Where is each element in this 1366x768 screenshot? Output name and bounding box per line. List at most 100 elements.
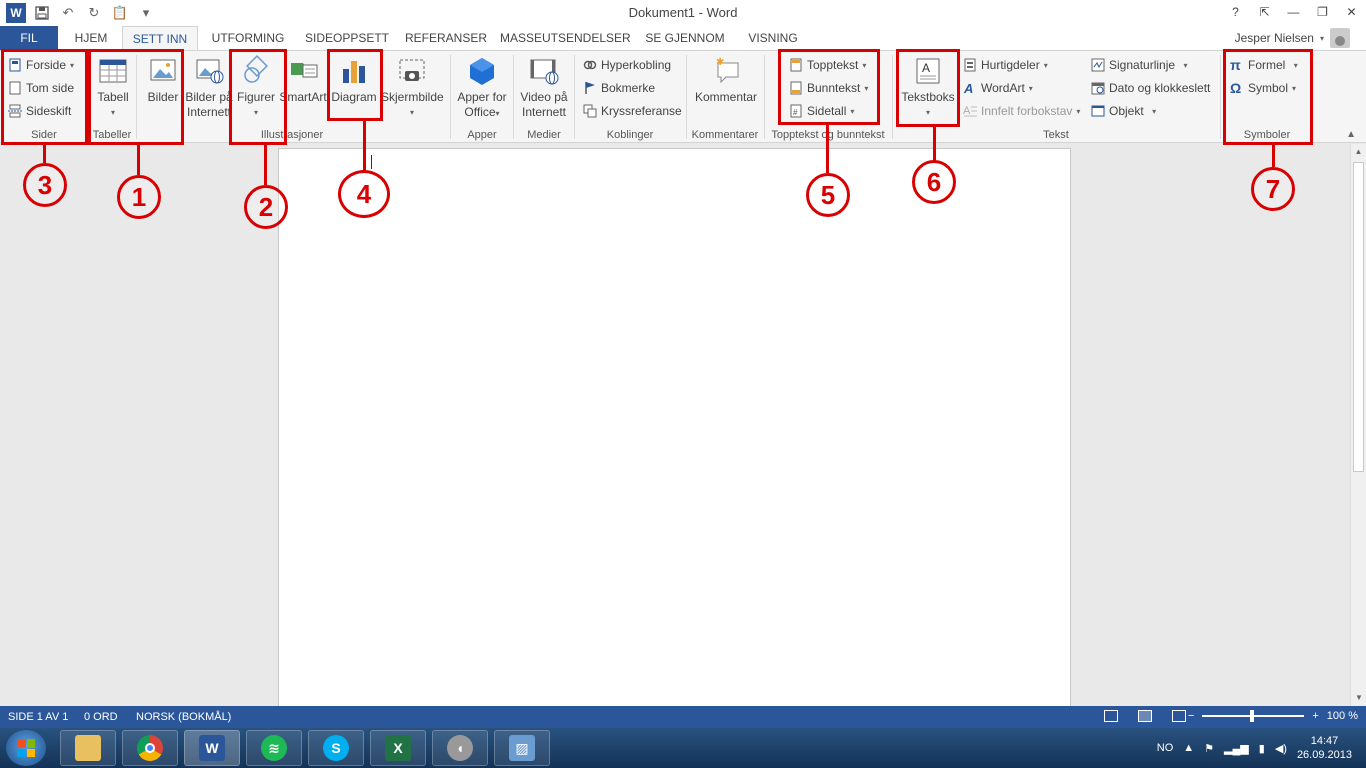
wordart-button[interactable]: A WordArt ▾ xyxy=(963,78,1033,98)
signaturlinje-button[interactable]: Signaturlinje ▾ xyxy=(1091,55,1188,75)
network-signal-icon[interactable]: ▂▄▆ xyxy=(1224,742,1249,755)
page-count[interactable]: SIDE 1 AV 1 xyxy=(8,711,68,723)
tab-file[interactable]: FIL xyxy=(0,26,58,50)
start-button[interactable] xyxy=(6,730,46,766)
zoom-in-icon[interactable]: + xyxy=(1312,710,1318,722)
tab-visning[interactable]: VISNING xyxy=(740,26,806,50)
innfelt-forbokstav-button[interactable]: A Innfelt forbokstav ▾ xyxy=(963,101,1080,121)
kommentar-button[interactable]: ✱ Kommentar xyxy=(691,55,761,105)
web-layout-icon[interactable] xyxy=(1172,710,1186,722)
skjermbilde-button[interactable]: Skjermbilde ▾ xyxy=(381,55,444,120)
volume-icon[interactable]: ◀) xyxy=(1275,742,1287,755)
scroll-up-icon[interactable]: ▲ xyxy=(1351,144,1366,160)
minimize-button[interactable]: — xyxy=(1279,0,1308,24)
close-button[interactable]: ✕ xyxy=(1337,0,1366,24)
annotation-number-5: 5 xyxy=(806,173,850,217)
restore-button[interactable]: ❐ xyxy=(1308,0,1337,24)
group-koblinger: Hyperkobling Bokmerke Kryssreferanse Kob… xyxy=(575,51,685,143)
svg-text:A: A xyxy=(963,81,973,95)
folder-icon xyxy=(75,735,101,761)
ribbon-tabs: FIL HJEM SETT INN UTFORMING SIDEOPPSETT … xyxy=(0,26,1366,51)
help-button[interactable]: ? xyxy=(1221,0,1250,24)
wordart-icon: A xyxy=(963,81,977,96)
view-buttons xyxy=(1104,710,1186,722)
annotation-box-5 xyxy=(778,49,880,125)
word-icon: W xyxy=(199,735,225,761)
dato-klokkeslett-button[interactable]: Dato og klokkeslett xyxy=(1091,78,1210,98)
taskbar-chrome[interactable] xyxy=(122,730,178,766)
taskbar-spotify[interactable]: ≋ xyxy=(246,730,302,766)
input-language[interactable]: NO xyxy=(1157,742,1174,754)
apper-for-office-button[interactable]: Apper for Office▾ xyxy=(453,55,511,121)
tab-se-gjennom[interactable]: SE GJENNOM xyxy=(640,26,730,50)
taskbar-skype[interactable]: S xyxy=(308,730,364,766)
ribbon-display-options-icon[interactable]: ⇱ xyxy=(1250,0,1279,24)
clock[interactable]: 14:47 26.09.2013 xyxy=(1297,734,1352,762)
zoom-slider-thumb[interactable] xyxy=(1250,710,1255,722)
screenshot-icon xyxy=(396,55,428,87)
skype-icon: S xyxy=(323,735,349,761)
document-title: Dokument1 - Word xyxy=(628,5,738,20)
annotation-number-3: 3 xyxy=(23,163,67,207)
taskbar-explorer[interactable] xyxy=(60,730,116,766)
tab-referanser[interactable]: REFERANSER xyxy=(402,26,490,50)
calendar-icon xyxy=(1091,81,1105,95)
zoom-slider[interactable] xyxy=(1202,710,1305,722)
annotation-line-4 xyxy=(363,121,366,171)
annotation-line-3 xyxy=(43,145,46,163)
document-page[interactable] xyxy=(278,148,1071,708)
print-layout-icon[interactable] xyxy=(1138,710,1152,722)
taskbar-excel[interactable]: X xyxy=(370,730,426,766)
bokmerke-button[interactable]: Bokmerke xyxy=(583,78,655,98)
action-center-flag-icon[interactable]: ⚑ xyxy=(1204,742,1214,755)
link-icon xyxy=(583,58,597,72)
bilder-pa-internett-button[interactable]: Bilder på Internett xyxy=(185,55,233,120)
show-hidden-icons-icon[interactable]: ▲ xyxy=(1183,742,1194,754)
annotation-line-7 xyxy=(1272,145,1275,167)
clock-date: 26.09.2013 xyxy=(1296,749,1352,761)
video-pa-internett-button[interactable]: Video på Internett xyxy=(516,55,572,120)
tab-sett-inn[interactable]: SETT INN xyxy=(122,26,198,51)
objekt-button[interactable]: Objekt ▾ xyxy=(1091,101,1156,121)
signature-icon xyxy=(1091,58,1105,72)
annotation-line-1 xyxy=(137,145,140,175)
hurtigdeler-button[interactable]: Hurtigdeler ▾ xyxy=(963,55,1048,75)
ribbon: Forside ▾ Tom side Sideskift Sider Tabell… xyxy=(0,50,1366,143)
online-video-icon xyxy=(528,55,560,87)
zoom-level[interactable]: 100 % xyxy=(1327,710,1358,722)
title-bar: W ↶ ↻ 📋 ▾ Dokument1 - Word ? ⇱ — ❐ ✕ xyxy=(0,0,1366,26)
scroll-thumb[interactable] xyxy=(1353,162,1364,472)
system-tray: NO ▲ ⚑ ▂▄▆ ▮ ◀) 14:47 26.09.2013 xyxy=(1157,728,1366,768)
annotation-line-5 xyxy=(826,125,829,173)
tab-utforming[interactable]: UTFORMING xyxy=(206,26,290,50)
zoom-out-icon[interactable]: − xyxy=(1188,710,1194,722)
bookmark-icon xyxy=(583,81,597,95)
read-mode-icon[interactable] xyxy=(1104,710,1118,722)
user-account[interactable]: Jesper Nielsen ▾ xyxy=(1235,28,1350,48)
group-kommentarer: ✱ Kommentar Kommentarer xyxy=(687,51,763,143)
hyperkobling-button[interactable]: Hyperkobling xyxy=(583,55,671,75)
annotation-box-7 xyxy=(1223,49,1313,145)
language-indicator[interactable]: NORSK (BOKMÅL) xyxy=(136,711,231,723)
tab-sideoppsett[interactable]: SIDEOPPSETT xyxy=(302,26,392,50)
annotation-box-1 xyxy=(88,49,184,145)
taskbar-word[interactable]: W xyxy=(184,730,240,766)
text-cursor xyxy=(371,155,372,169)
tab-masseutsendelser[interactable]: MASSEUTSENDELSER xyxy=(500,26,631,50)
taskbar-media[interactable]: ◖ xyxy=(432,730,488,766)
battery-icon[interactable]: ▮ xyxy=(1259,742,1265,755)
word-count[interactable]: 0 ORD xyxy=(84,711,118,723)
taskbar-photos[interactable]: ▨ xyxy=(494,730,550,766)
chevron-down-icon: ▾ xyxy=(1319,33,1324,43)
vertical-scrollbar[interactable]: ▲ ▼ xyxy=(1350,144,1366,706)
document-area xyxy=(0,144,1350,708)
kryssreferanse-button[interactable]: Kryssreferanse xyxy=(583,101,682,121)
collapse-ribbon-icon[interactable]: ▲ xyxy=(1346,129,1356,140)
scroll-down-icon[interactable]: ▼ xyxy=(1351,690,1366,706)
group-label-tekst: Tekst xyxy=(1043,129,1069,141)
group-label-medier: Medier xyxy=(527,129,561,141)
online-pictures-icon xyxy=(193,55,225,87)
user-name: Jesper Nielsen xyxy=(1234,31,1314,45)
office-store-icon xyxy=(466,55,498,87)
tab-hjem[interactable]: HJEM xyxy=(68,26,114,50)
